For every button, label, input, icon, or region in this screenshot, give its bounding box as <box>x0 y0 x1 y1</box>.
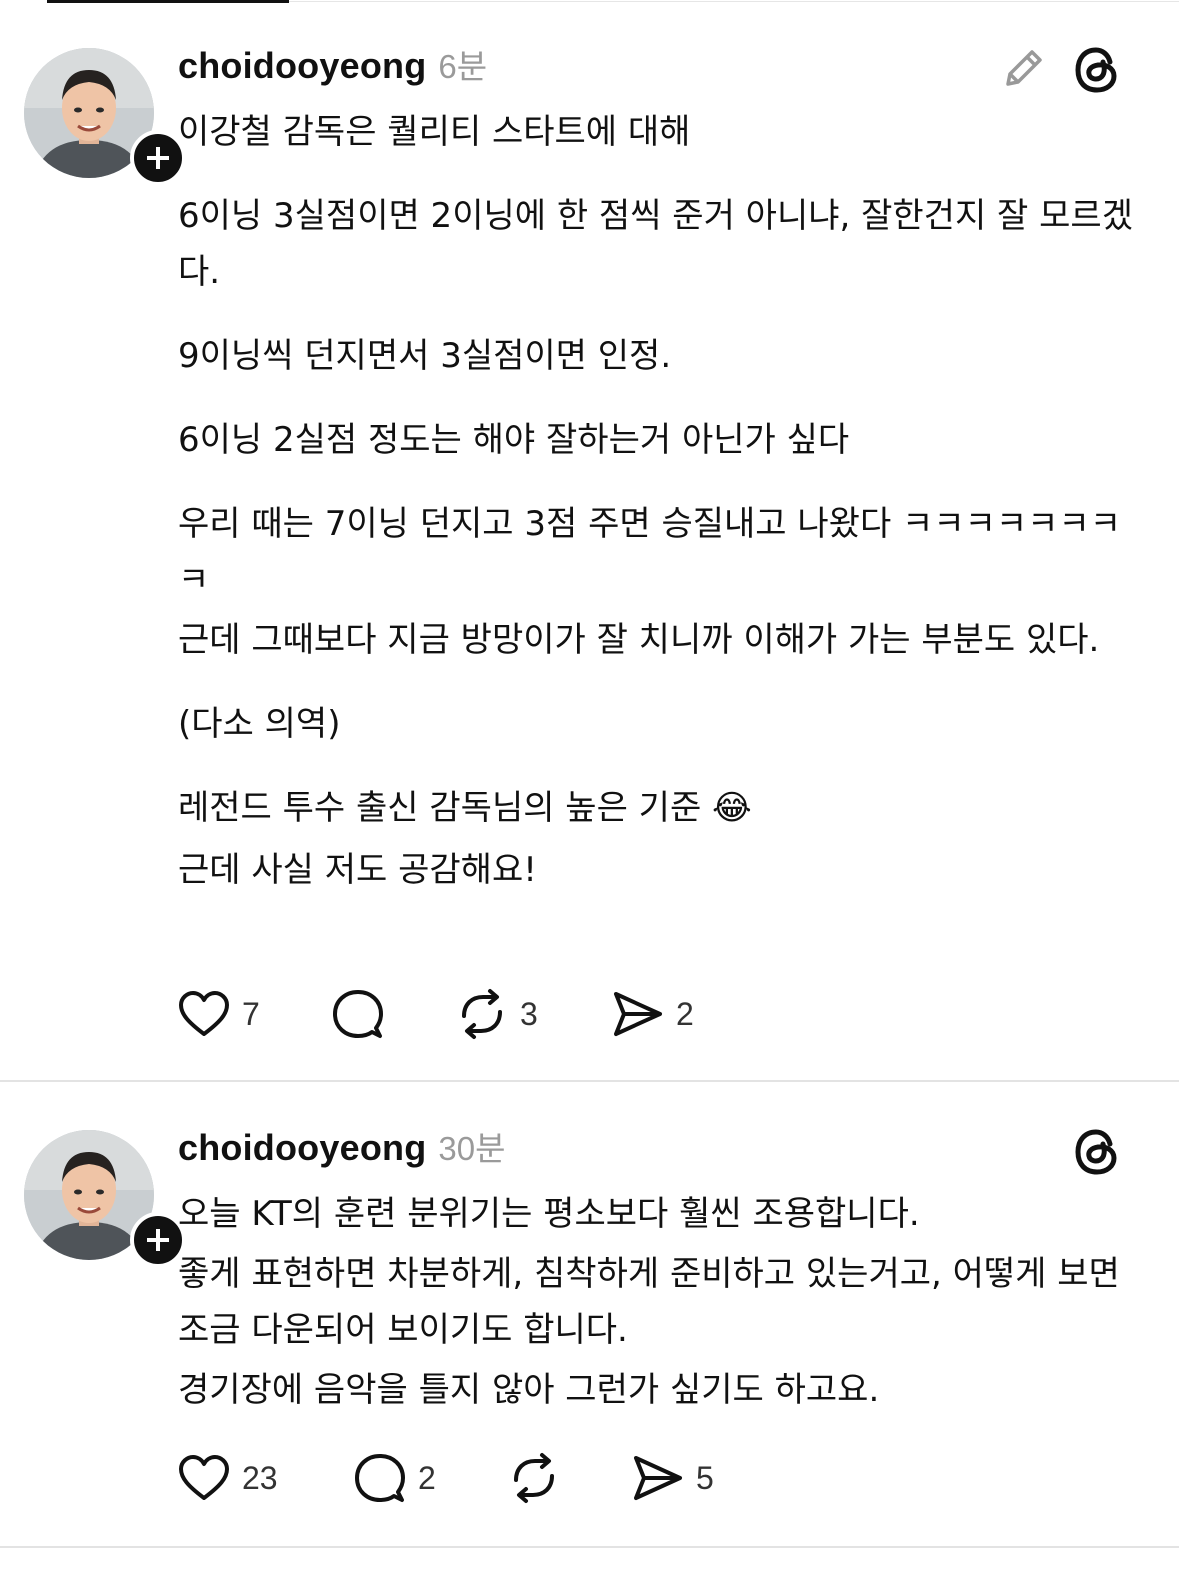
heart-icon <box>179 1455 229 1500</box>
post-paragraph: 경기장에 음악을 틀지 않아 그런가 싶기도 하고요. <box>178 1370 880 1410</box>
share-button[interactable]: 2 <box>612 984 694 1044</box>
like-count: 7 <box>242 995 260 1032</box>
threads-logo-icon <box>1075 47 1117 93</box>
like-count: 23 <box>242 1459 278 1496</box>
avatar[interactable] <box>24 48 186 186</box>
username[interactable]: choidooyeong <box>178 1127 426 1169</box>
threads-logo-icon <box>1075 1129 1117 1175</box>
post-paragraph: 좋게 표현하면 차분하게, 침착하게 준비하고 있는거고, 어떻게 보면 조금 … <box>178 1254 1120 1350</box>
post-time: 30분 <box>438 1130 506 1167</box>
post: choidooyeong 30분 오늘 KT의 훈련 분위기는 평소보다 훨씬 … <box>0 1082 1179 1550</box>
share-count: 2 <box>676 995 694 1032</box>
post-paragraph: 9이닝씩 던지면서 3실점이면 인정. <box>178 336 672 376</box>
post-paragraph: 이강철 감독은 퀄리티 스타트에 대해 <box>178 112 691 152</box>
reply-icon <box>333 990 383 1038</box>
avatar[interactable] <box>24 1130 186 1268</box>
threads-feed: choidooyeong 6분 이강철 감독은 퀄리티 스타트에 대해 6이닝 … <box>0 0 1179 1595</box>
reply-button[interactable]: 2 <box>354 1448 436 1508</box>
post-paragraph: 근데 그때보다 지금 방망이가 잘 치니까 이해가 가는 부분도 있다. <box>178 620 1100 660</box>
post-body: 오늘 KT의 훈련 분위기는 평소보다 훨씬 조용합니다. 좋게 표현하면 차분… <box>178 1186 1138 1418</box>
plus-icon <box>147 1229 169 1251</box>
pencil-icon <box>1006 50 1042 86</box>
post-paragraph: 6이닝 3실점이면 2이닝에 한 점씩 준거 아니냐, 잘한건지 잘 모르겠다. <box>178 196 1133 292</box>
like-button[interactable]: 7 <box>178 984 260 1044</box>
post-paragraph: 우리 때는 7이닝 던지고 3점 주면 승질내고 나왔다 ㅋㅋㅋㅋㅋㅋㅋㅋ <box>178 504 1122 600</box>
threads-button[interactable] <box>1072 44 1122 100</box>
action-bar: 7 3 2 <box>178 984 1179 1044</box>
repost-icon <box>462 989 502 1039</box>
repost-icon <box>514 1453 554 1503</box>
plus-icon <box>147 147 169 169</box>
post-paragraph: 오늘 KT의 훈련 분위기는 평소보다 훨씬 조용합니다. <box>178 1194 920 1234</box>
threads-button[interactable] <box>1072 1126 1122 1182</box>
post-header: choidooyeong 30분 <box>178 1122 505 1170</box>
repost-button[interactable]: 3 <box>456 984 538 1044</box>
action-bar: 23 2 5 <box>178 1448 1179 1508</box>
reply-count: 2 <box>418 1459 436 1496</box>
post: choidooyeong 6분 이강철 감독은 퀄리티 스타트에 대해 6이닝 … <box>0 0 1179 1081</box>
post-body: 이강철 감독은 퀄리티 스타트에 대해 6이닝 3실점이면 2이닝에 한 점씩 … <box>178 104 1138 898</box>
share-icon <box>614 992 662 1036</box>
post-paragraph: 6이닝 2실점 정도는 해야 잘하는거 아닌가 싶다 <box>178 420 850 460</box>
post-header: choidooyeong 6분 <box>178 40 487 88</box>
post-paragraph: 레전드 투수 출신 감독님의 높은 기준 😂 <box>178 788 752 828</box>
reply-button[interactable] <box>332 984 396 1044</box>
reply-icon <box>355 1454 405 1502</box>
username[interactable]: choidooyeong <box>178 45 426 87</box>
repost-count: 3 <box>520 995 538 1032</box>
post-paragraph: 근데 사실 저도 공감해요! <box>178 850 537 890</box>
heart-icon <box>179 991 229 1036</box>
share-button[interactable]: 5 <box>632 1448 714 1508</box>
share-icon <box>634 1456 682 1500</box>
post-time: 6분 <box>438 48 488 85</box>
repost-button[interactable] <box>508 1448 572 1508</box>
post-paragraph: (다소 의역) <box>178 704 341 744</box>
edit-button[interactable] <box>1000 44 1048 96</box>
share-count: 5 <box>696 1459 714 1496</box>
like-button[interactable]: 23 <box>178 1448 278 1508</box>
post-divider <box>0 1546 1179 1548</box>
